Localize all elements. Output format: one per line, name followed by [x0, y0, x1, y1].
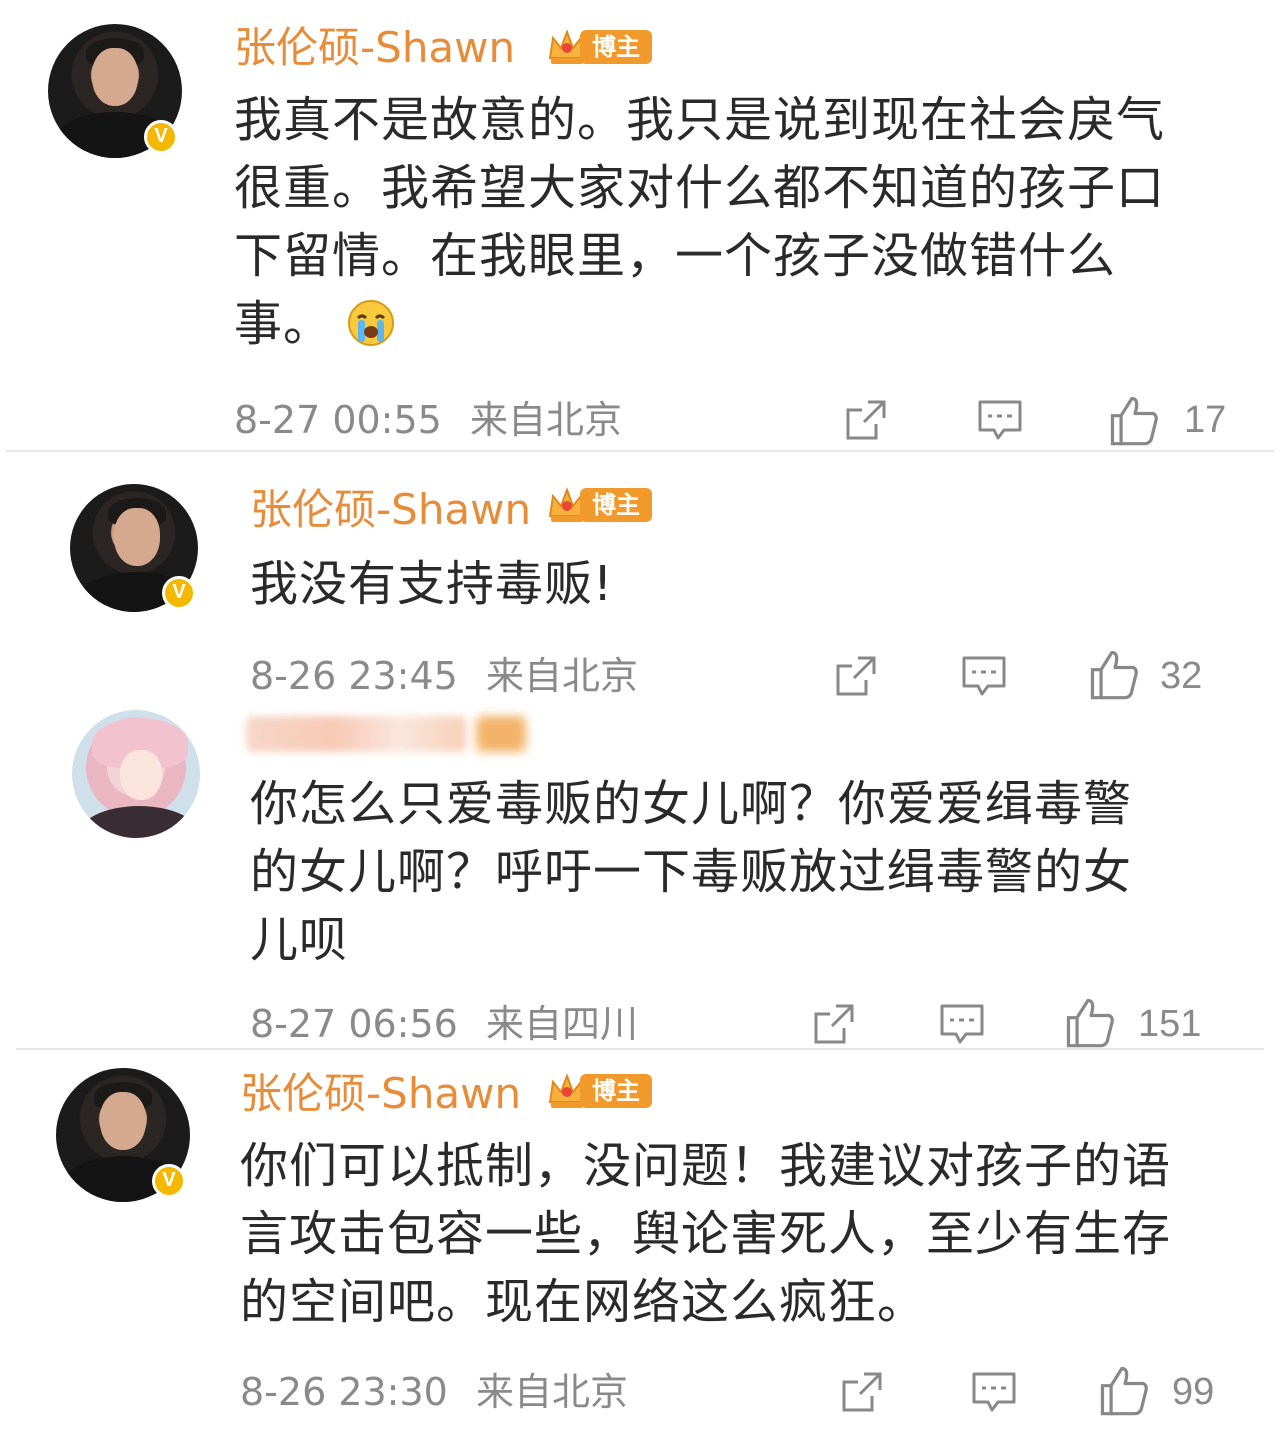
badge-label: 博主 [580, 30, 652, 64]
divider [6, 450, 1274, 452]
comment-meta: 8-26 23:45 来自北京 [250, 654, 638, 698]
share-icon[interactable] [836, 1366, 888, 1418]
thumbs-up-icon[interactable] [1106, 392, 1162, 448]
location: 来自北京 [475, 1370, 628, 1414]
divider [16, 1048, 1264, 1050]
comment-item: V 张伦硕-Shawn 博主 你们可以抵制，没问题！我建议对孩子的语言攻击包容一… [0, 1056, 1280, 1432]
share-icon[interactable] [830, 650, 882, 702]
thumbs-up-icon[interactable] [1086, 646, 1142, 702]
thumbs-up-icon[interactable] [1062, 994, 1118, 1050]
comment-text: 你怎么只爱毒贩的女儿啊？你爱爱缉毒警的女儿啊？呼吁一下毒贩放过缉毒警的女儿呗 [250, 776, 1133, 968]
comment-text: 我没有支持毒贩! [250, 556, 614, 612]
blurred-username [246, 716, 466, 752]
like-count: 17 [1184, 399, 1227, 441]
blurred-badge [476, 716, 526, 752]
comment-icon[interactable] [974, 394, 1026, 446]
location: 来自北京 [485, 654, 638, 698]
location: 来自北京 [469, 398, 622, 442]
timestamp: 8-27 06:56 [250, 1002, 458, 1046]
badge-label: 博主 [580, 1074, 652, 1108]
like-count: 151 [1138, 1003, 1202, 1045]
comment-meta: 8-27 06:56 来自四川 [250, 1002, 638, 1046]
comment-meta: 8-26 23:30 来自北京 [240, 1370, 628, 1414]
avatar[interactable] [72, 710, 200, 838]
thumbs-up-icon[interactable] [1096, 1362, 1152, 1418]
verified-badge-icon: V [162, 576, 196, 610]
timestamp: 8-26 23:45 [250, 654, 458, 698]
share-icon[interactable] [808, 998, 860, 1050]
blogger-badge: 博主 [546, 26, 656, 66]
comment-icon[interactable] [936, 998, 988, 1050]
like-count: 99 [1172, 1371, 1215, 1413]
timestamp: 8-26 23:30 [240, 1370, 448, 1414]
username[interactable]: 张伦硕-Shawn [240, 1068, 521, 1120]
comment-text: 我真不是故意的。我只是说到现在社会戾气很重。我希望大家对什么都不知道的孩子口下留… [234, 86, 1194, 358]
crying-face-icon [348, 300, 395, 346]
comment-item: V 张伦硕-Shawn 博主 我真不是故意的。我只是说到现在社会戾气很重。我希望… [0, 0, 1280, 452]
timestamp: 8-27 00:55 [234, 398, 442, 442]
comment-meta: 8-27 00:55 来自北京 [234, 398, 622, 442]
comment-item: 你怎么只爱毒贩的女儿啊？你爱爱缉毒警的女儿啊？呼吁一下毒贩放过缉毒警的女儿呗 8… [0, 702, 1280, 1050]
verified-badge-icon: V [152, 1164, 186, 1198]
verified-badge-icon: V [144, 120, 178, 154]
like-count: 32 [1160, 655, 1203, 697]
blogger-badge: 博主 [546, 1070, 656, 1110]
share-icon[interactable] [840, 394, 892, 446]
comment-icon[interactable] [958, 650, 1010, 702]
username[interactable]: 张伦硕-Shawn [234, 22, 515, 74]
username[interactable]: 张伦硕-Shawn [250, 484, 531, 536]
comment-item: V 张伦硕-Shawn 博主 我没有支持毒贩! 8-26 23:45 来自北京 … [0, 472, 1280, 702]
comment-text: 你们可以抵制，没问题！我建议对孩子的语言攻击包容一些，舆论害死人，至少有生存的空… [240, 1138, 1172, 1330]
blogger-badge: 博主 [546, 484, 656, 524]
location: 来自四川 [485, 1002, 638, 1046]
comment-icon[interactable] [968, 1366, 1020, 1418]
badge-label: 博主 [580, 488, 652, 522]
